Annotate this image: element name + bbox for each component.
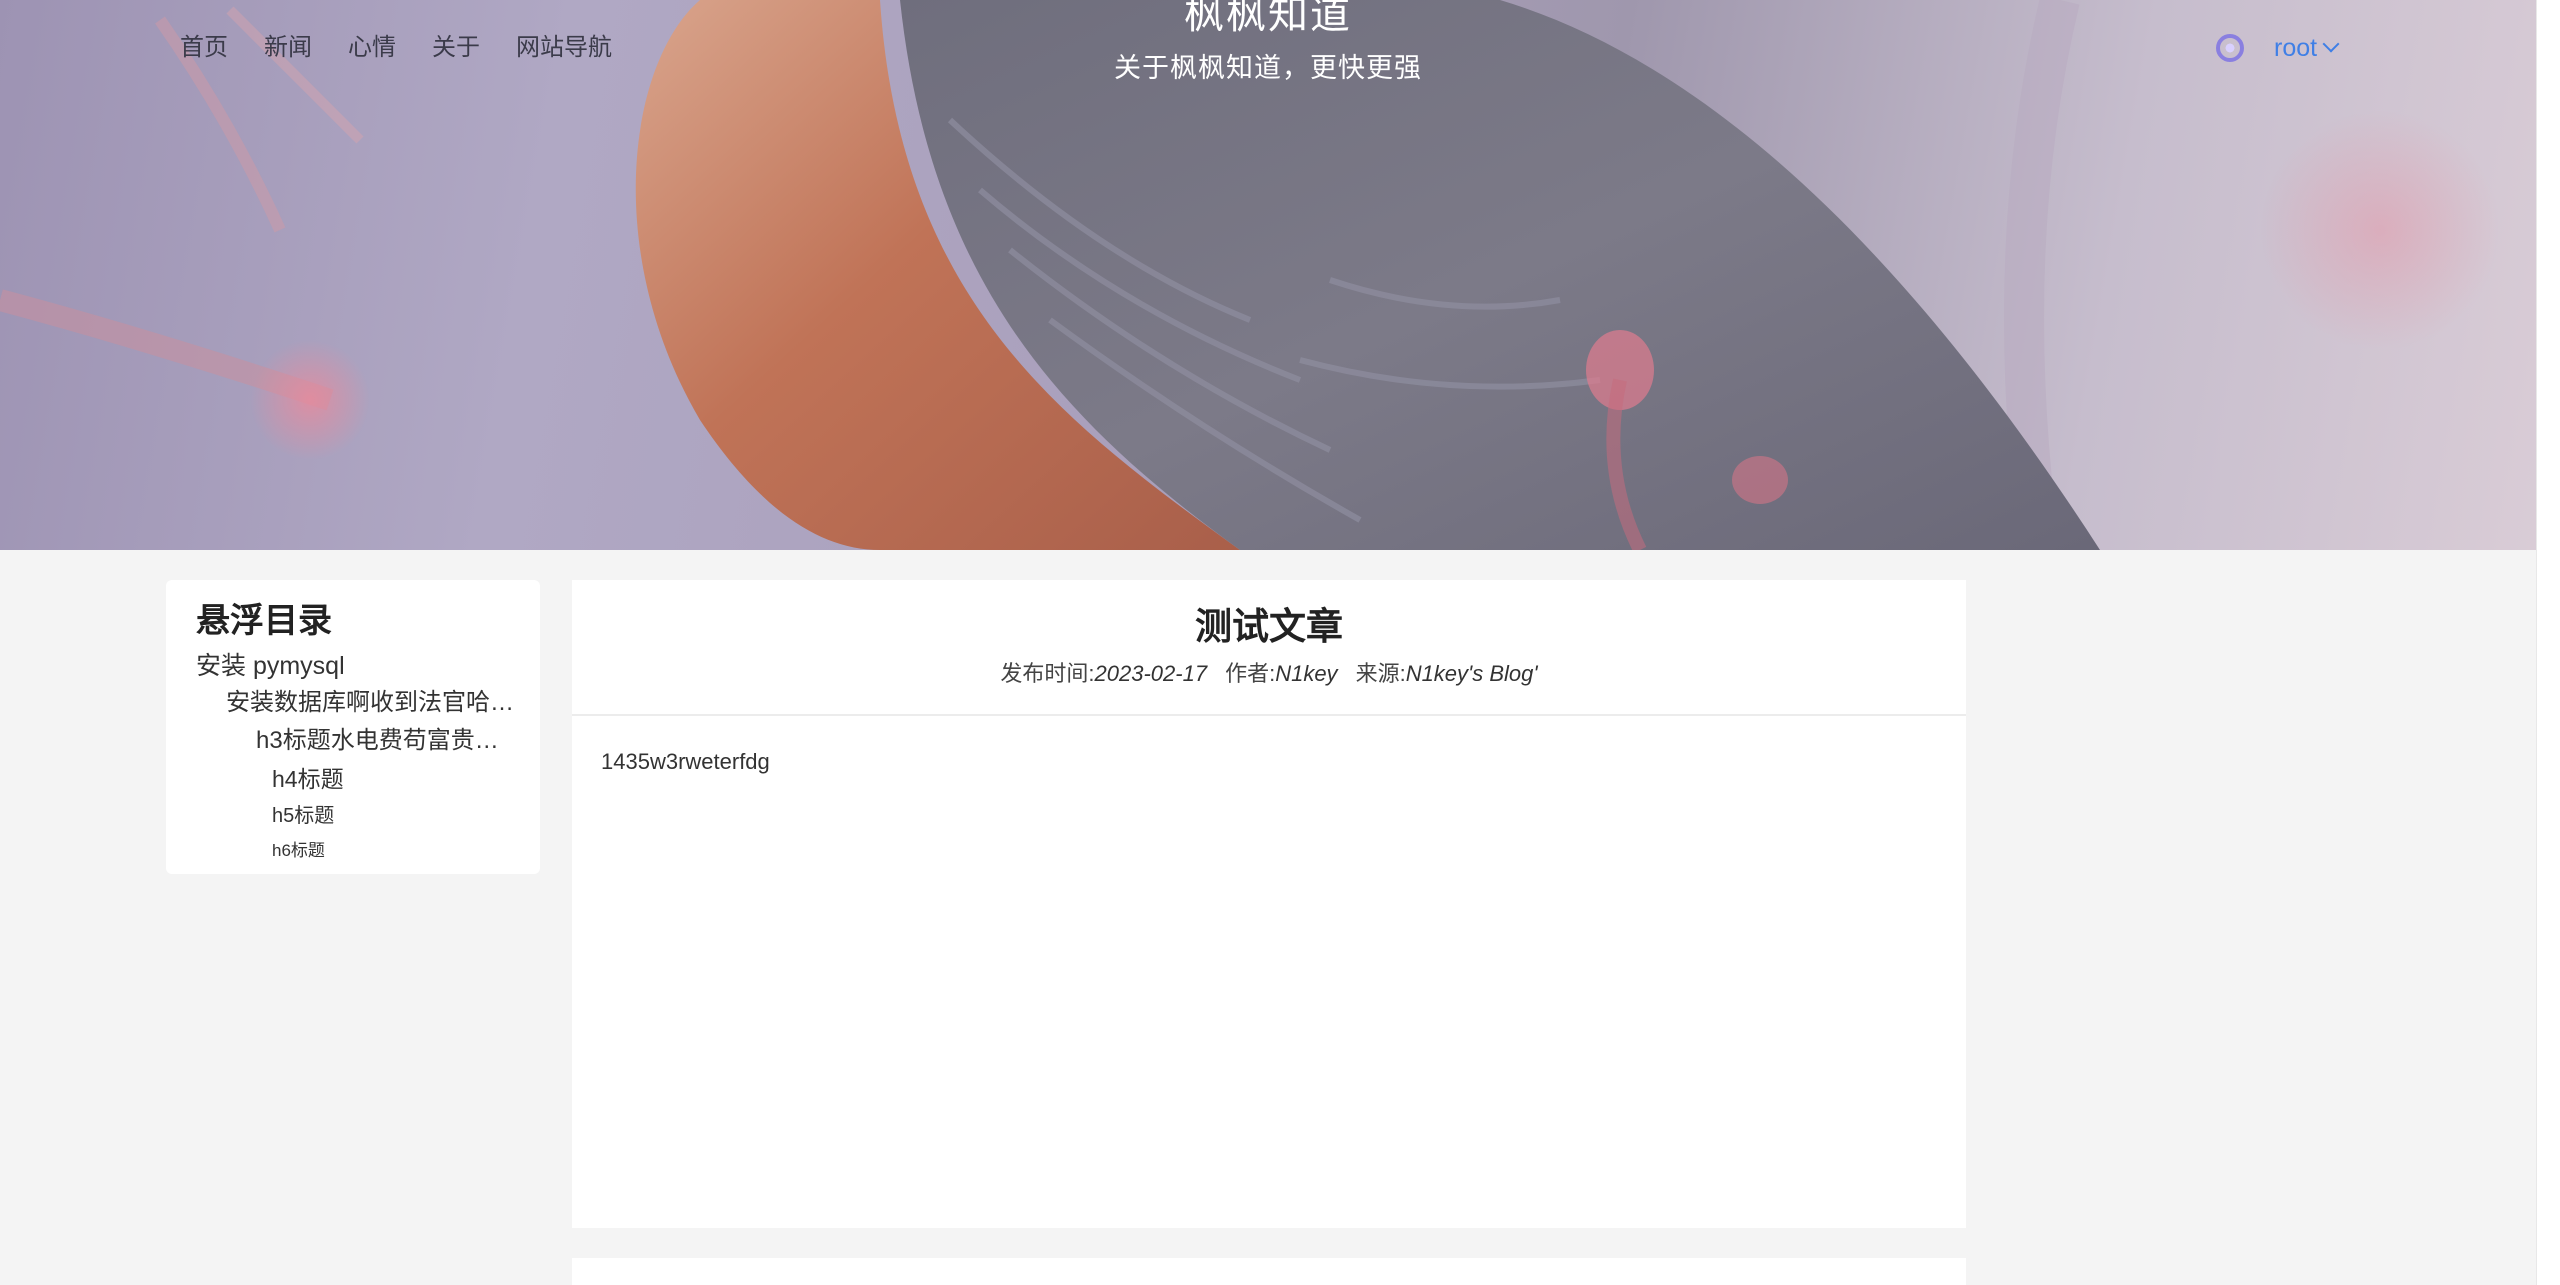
toc-item[interactable]: h4标题 [196, 760, 522, 798]
site-slogan: 关于枫枫知道，更快更强 [1114, 53, 1422, 83]
chevron-down-icon[interactable] [2322, 35, 2340, 53]
author-name: N1key [1275, 661, 1338, 686]
user-menu[interactable]: root [2216, 28, 2340, 68]
toc-item[interactable]: h3标题水电费苟富贵归… [196, 722, 520, 760]
source-name: N1key's Blog' [1405, 661, 1538, 686]
article-meta: 发布时间:2023-02-17 作者:N1key 来源:N1key's Blog' [572, 652, 1966, 696]
page-scrollbar[interactable] [2536, 0, 2560, 1285]
article-card: 测试文章 发布时间:2023-02-17 作者:N1key 来源:N1key's B… [572, 580, 1966, 1228]
site-title: 枫枫知道 [1184, 0, 1352, 37]
toc-card: 悬浮目录 安装 pymysql 安装数据库啊收到法官哈师… h3标题水电费苟富贵… [166, 580, 540, 874]
hero-banner: 首页 新闻 心情 关于 网站导航 枫枫知道 关于枫枫知道，更快更强 root [0, 0, 2536, 550]
source-label: 来源: [1355, 661, 1406, 686]
author-label: 作者: [1225, 661, 1276, 686]
toc-item[interactable]: h5标题 [196, 798, 522, 834]
article-divider [572, 714, 1966, 716]
publish-date: 2023-02-17 [1094, 661, 1208, 686]
toc-item[interactable]: 安装 pymysql [196, 648, 526, 684]
avatar-ring-icon[interactable] [2216, 34, 2244, 62]
article-body: 1435w3rweterfdg [601, 749, 770, 774]
publish-label: 发布时间: [1000, 661, 1095, 686]
next-card [572, 1258, 1966, 1285]
toc-item[interactable]: h6标题 [196, 834, 522, 868]
user-name[interactable]: root [2274, 28, 2317, 68]
page: 首页 新闻 心情 关于 网站导航 枫枫知道 关于枫枫知道，更快更强 root 悬… [0, 0, 2536, 1285]
toc-title: 悬浮目录 [196, 602, 332, 640]
article-title: 测试文章 [1195, 606, 1343, 647]
toc-item[interactable]: 安装数据库啊收到法官哈师… [196, 684, 530, 722]
